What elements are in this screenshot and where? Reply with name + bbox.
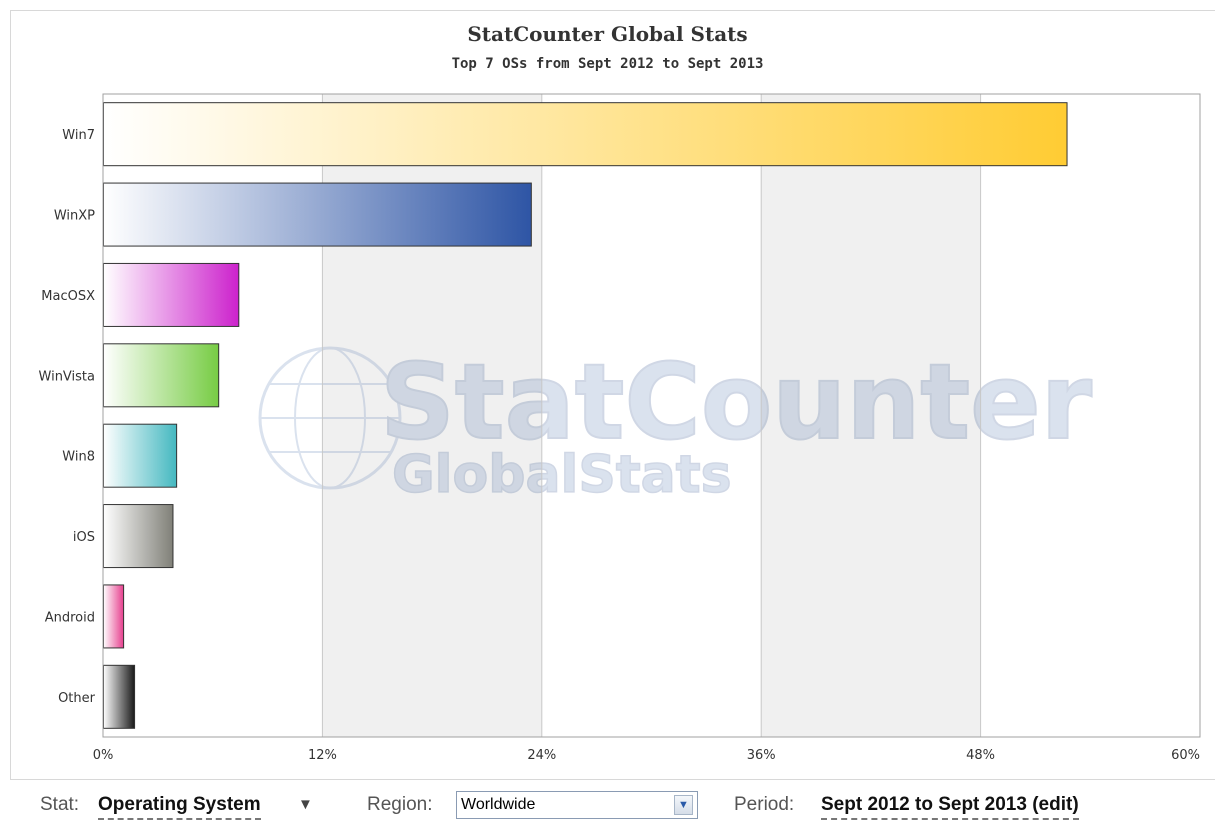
region-select[interactable]: Worldwide ▼: [456, 791, 698, 819]
category-label: WinXP: [54, 209, 95, 224]
stat-label: Stat:: [40, 794, 80, 815]
bar-macosx[interactable]: [103, 262, 240, 327]
region-label: Region:: [367, 794, 433, 815]
bar-win7[interactable]: [103, 102, 1068, 167]
region-select-value: Worldwide: [461, 796, 536, 813]
category-label: Other: [58, 691, 96, 706]
chevron-down-icon[interactable]: ▼: [298, 796, 313, 813]
dropdown-arrow-icon[interactable]: ▼: [674, 795, 693, 815]
x-tick-label: 24%: [527, 748, 556, 763]
x-tick-label: 12%: [308, 748, 337, 763]
bar-android[interactable]: [103, 584, 125, 649]
category-label: iOS: [73, 530, 95, 545]
watermark-sub: GlobalStats: [392, 445, 732, 505]
period-edit-link[interactable]: Sept 2012 to Sept 2013 (edit): [821, 794, 1079, 820]
stat-dropdown[interactable]: Operating System: [98, 794, 261, 820]
x-tick-label: 60%: [1171, 748, 1200, 763]
bar-win8[interactable]: [103, 423, 178, 488]
category-label: MacOSX: [41, 289, 95, 304]
period-label: Period:: [734, 794, 795, 815]
bar-other[interactable]: [103, 664, 136, 729]
category-label: Android: [45, 610, 95, 625]
category-label: Win8: [62, 450, 95, 465]
x-tick-label: 48%: [966, 748, 995, 763]
bar-ios[interactable]: [103, 504, 174, 569]
x-tick-label: 36%: [747, 748, 776, 763]
chart-area: StatCounter GlobalStats Win7WinXPMacOSXW…: [39, 93, 1201, 763]
category-label: Win7: [62, 128, 95, 143]
category-label: WinVista: [39, 369, 95, 384]
bar-winxp[interactable]: [103, 182, 532, 247]
controls-bar: Stat: Operating System ▼ Region: Worldwi…: [0, 784, 1215, 832]
bar-winvista[interactable]: [103, 343, 220, 408]
x-tick-label: 0%: [93, 748, 114, 763]
